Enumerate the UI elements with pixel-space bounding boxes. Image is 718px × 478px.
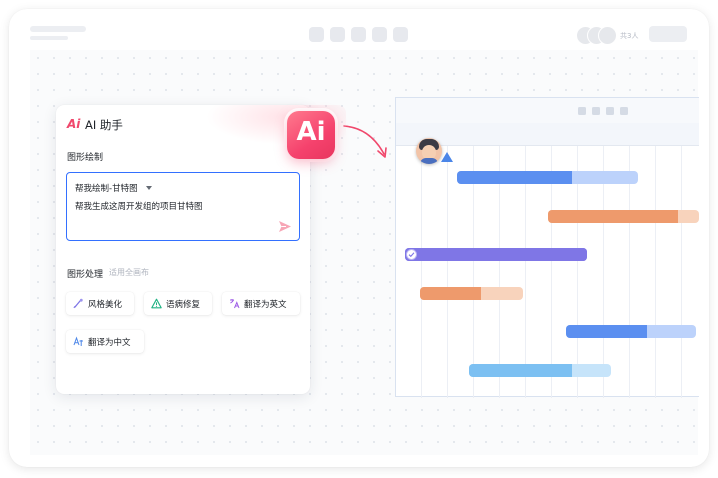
send-icon[interactable]: [278, 220, 292, 233]
cursor-pointer-icon: [441, 152, 453, 162]
section-process-title: 图形处理: [67, 270, 104, 280]
gantt-chart[interactable]: [395, 97, 699, 398]
tool-button[interactable]: [309, 27, 324, 42]
warning-triangle-icon: [151, 298, 162, 309]
chevron-down-icon[interactable]: [146, 186, 152, 190]
header-control[interactable]: [606, 107, 614, 115]
prompt-input[interactable]: 帮我绘制-甘特图 帮我生成这周开发组的项目甘特图: [66, 172, 300, 241]
brush-icon: [73, 298, 83, 309]
subtitle-placeholder: [30, 36, 68, 40]
section-draw-title: 图形绘制: [67, 153, 104, 163]
header-control[interactable]: [578, 107, 586, 115]
template-select[interactable]: 帮我绘制-甘特图: [75, 182, 138, 194]
panel-title: AI 助手: [85, 118, 123, 132]
gantt-task-progress: [420, 286, 481, 300]
section-hint: 适用全画布: [109, 268, 149, 277]
style-beautify-button[interactable]: 风格美化: [66, 292, 134, 315]
translate-chinese-button[interactable]: 翻译为中文: [66, 330, 144, 353]
gantt-task-progress: [468, 363, 572, 377]
gantt-task-progress: [565, 325, 648, 338]
translate-icon: [230, 299, 240, 309]
check-icon: [406, 249, 418, 260]
member-count: 共3人: [620, 32, 639, 40]
grammar-fix-button[interactable]: 语病修复: [144, 292, 212, 315]
tool-button[interactable]: [351, 27, 366, 42]
share-button[interactable]: [649, 26, 687, 42]
toolbar: 共3人: [0, 0, 718, 50]
title-placeholder: [30, 26, 86, 32]
user-avatar-cursor: [416, 138, 442, 164]
header-control[interactable]: [620, 107, 628, 115]
translate-zh-icon: [73, 336, 83, 346]
gantt-timeline-row: [396, 123, 699, 146]
ai-assistant-panel: Ai AI 助手 图形绘制 帮我绘制-甘特图 帮我生成这周开发组的项目甘特图 图…: [56, 105, 346, 394]
tool-button[interactable]: [372, 27, 387, 42]
tool-button[interactable]: [393, 27, 408, 42]
ai-assistant-badge[interactable]: Ai: [287, 111, 335, 159]
gantt-task-progress: [405, 248, 587, 261]
gantt-header: [396, 98, 699, 124]
header-control[interactable]: [592, 107, 600, 115]
gantt-task-progress: [456, 171, 572, 184]
prompt-text[interactable]: 帮我生成这周开发组的项目甘特图: [75, 200, 203, 212]
translate-english-button[interactable]: 翻译为英文: [222, 292, 300, 315]
member-avatar[interactable]: [598, 26, 617, 45]
ai-logo-icon: Ai: [67, 117, 81, 131]
tool-button[interactable]: [330, 27, 345, 42]
gantt-task-progress: [547, 209, 678, 223]
arrow-icon: [343, 125, 387, 158]
